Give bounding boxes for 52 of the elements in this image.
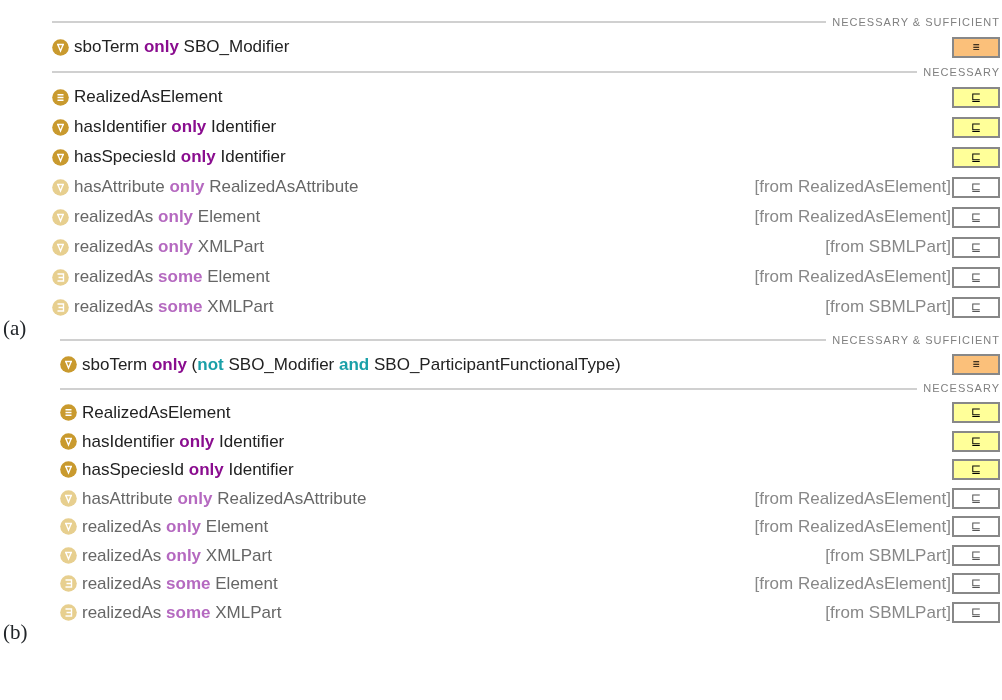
origin-text: [from RealizedAsElement] [754, 516, 951, 538]
axiom-text: sboTerm only (not SBO_Modifier and SBO_ParticipantFunctionalType) [82, 353, 621, 376]
origin-text: [from SBMLPart] [825, 544, 951, 567]
origin-text: [from RealizedAsElement] [754, 176, 951, 199]
axiom-button[interactable]: ⊑ [952, 487, 1000, 509]
axiom-button[interactable]: ⊑ [952, 402, 1000, 424]
axiom-text: hasIdentifier only Identifier [82, 430, 285, 453]
axiom-text: realizedAs only Element [82, 516, 269, 538]
section-title: NECESSARY & SUFFICIENT [832, 14, 1000, 30]
axiom-button[interactable]: ≡ [952, 36, 1000, 58]
axiom-button[interactable]: ⊑ [952, 206, 1000, 228]
axiom-text: realizedAs some Element [82, 573, 278, 595]
axiom-text: hasAttribute only RealizedAsAttribute [74, 176, 359, 199]
axiom-text: realizedAs only XMLPart [74, 236, 264, 259]
section-title: NECESSARY & SUFFICIENT [832, 332, 1000, 348]
origin-text: [from RealizedAsElement] [754, 573, 951, 595]
axiom-text: sboTerm only SBO_Modifier [74, 36, 290, 59]
axiom-text: realizedAs some XMLPart [82, 601, 282, 624]
origin-text: [from RealizedAsElement] [754, 266, 951, 289]
axiom-text: hasSpeciesId only Identifier [74, 146, 286, 169]
axiom-text: realizedAs only Element [74, 206, 261, 229]
axiom-button[interactable]: ⊑ [952, 296, 1000, 318]
axiom-text: hasAttribute only RealizedAsAttribute [82, 487, 367, 510]
axiom-text: hasSpeciesId only Identifier [82, 459, 294, 481]
axiom-text: realizedAs only XMLPart [82, 544, 272, 567]
axiom-button[interactable]: ⊑ [952, 116, 1000, 138]
figure-label: (b) [3, 619, 28, 646]
section-title: NECESSARY [923, 381, 1000, 397]
axiom-button[interactable]: ⊑ [952, 430, 1000, 452]
origin-text: [from SBMLPart] [825, 296, 951, 319]
axiom-text: hasIdentifier only Identifier [74, 116, 277, 139]
axiom-button[interactable]: ⊑ [952, 86, 1000, 108]
section-title: NECESSARY [923, 64, 1000, 80]
origin-text: [from RealizedAsElement] [754, 206, 951, 229]
axiom-text: RealizedAsElement [82, 402, 231, 424]
figure-label: (a) [3, 314, 27, 342]
origin-text: [from RealizedAsElement] [754, 487, 951, 510]
origin-text: [from SBMLPart] [825, 236, 951, 259]
axiom-button[interactable]: ⊑ [952, 601, 1000, 623]
axiom-button[interactable]: ⊑ [952, 236, 1000, 258]
axiom-text: realizedAs some XMLPart [74, 296, 274, 319]
axiom-text: realizedAs some Element [74, 266, 270, 289]
origin-text: [from SBMLPart] [825, 601, 951, 624]
axiom-button[interactable]: ⊑ [952, 459, 1000, 481]
axiom-button[interactable]: ≡ [952, 353, 1000, 375]
axiom-text: RealizedAsElement [74, 86, 223, 109]
axiom-button[interactable]: ⊑ [952, 146, 1000, 168]
axiom-button[interactable]: ⊑ [952, 544, 1000, 566]
axiom-button[interactable]: ⊑ [952, 176, 1000, 198]
axiom-button[interactable]: ⊑ [952, 266, 1000, 288]
axiom-button[interactable]: ⊑ [952, 516, 1000, 538]
axiom-button[interactable]: ⊑ [952, 573, 1000, 595]
